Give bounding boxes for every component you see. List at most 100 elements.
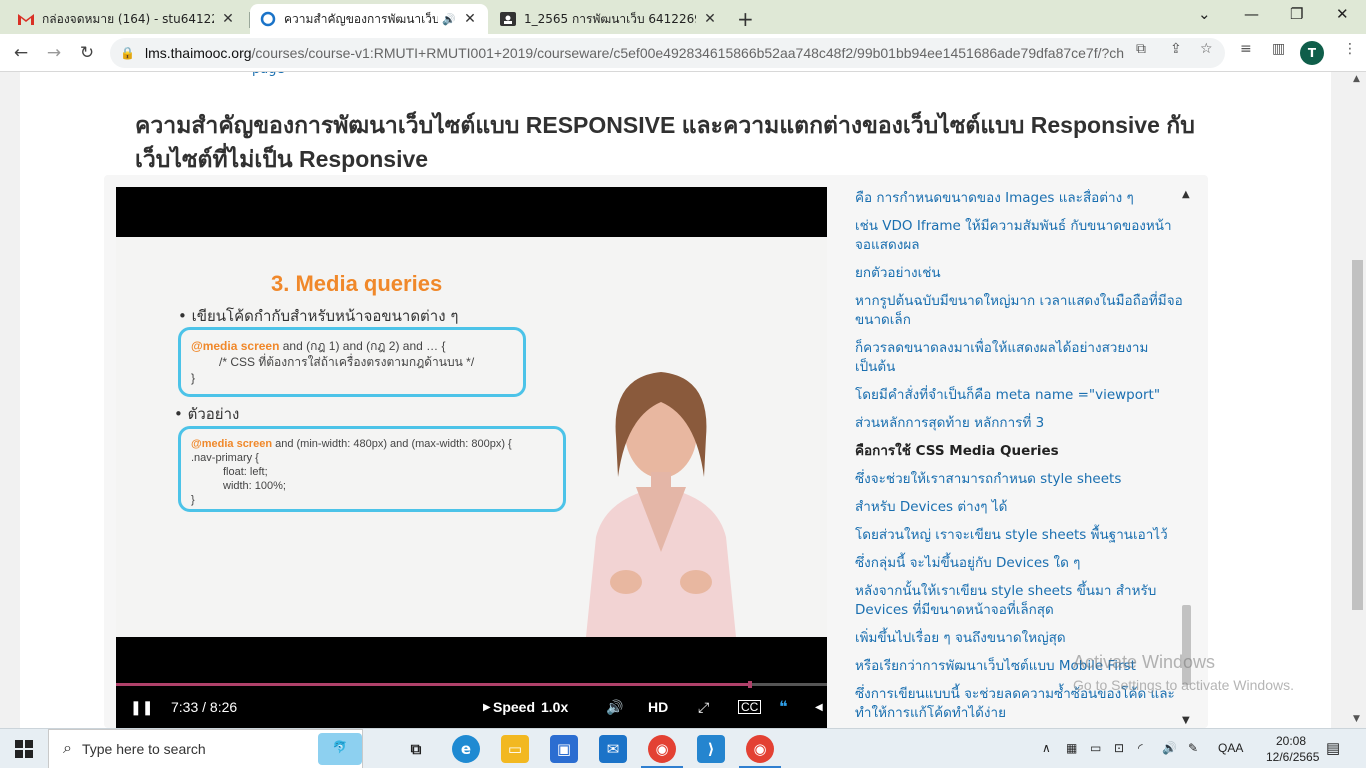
- mail-icon[interactable]: ✉: [599, 735, 627, 763]
- scroll-down-icon[interactable]: ▼: [1182, 715, 1190, 726]
- transcript-line[interactable]: ส่วนหลักการสุดท้าย หลักการที่ 3: [855, 414, 1185, 433]
- edge-icon[interactable]: e: [452, 735, 480, 763]
- wifi-icon[interactable]: ◜: [1138, 741, 1143, 755]
- collapse-arrow-icon[interactable]: ◀: [815, 702, 823, 713]
- taskbar-clock[interactable]: 20:08 12/6/2565: [1266, 733, 1320, 765]
- scroll-up-icon[interactable]: ▲: [1182, 189, 1190, 200]
- code-keyword: @media screen: [191, 438, 273, 450]
- tab-title: กล่องจดหมาย (164) - stu64122691: [42, 11, 214, 26]
- minimize-button[interactable]: —: [1244, 5, 1259, 23]
- store-icon[interactable]: ▣: [550, 735, 578, 763]
- transcript-quote-icon[interactable]: ❝: [779, 697, 788, 717]
- speed-value[interactable]: 1.0x: [541, 699, 568, 715]
- speed-label[interactable]: Speed: [493, 699, 535, 715]
- video-progress-bar[interactable]: [116, 681, 827, 688]
- dolphin-banner-icon[interactable]: 🐬: [318, 733, 362, 765]
- back-icon[interactable]: ←: [10, 42, 32, 64]
- notification-icon[interactable]: ▤: [1326, 739, 1340, 757]
- code-keyword: @media screen: [191, 339, 280, 353]
- clock-date: 12/6/2565: [1266, 750, 1320, 764]
- volume-icon[interactable]: 🔊: [606, 699, 623, 716]
- watermark-line-2: Go to Settings to activate Windows.: [1073, 677, 1294, 693]
- network-device-icon[interactable]: ▦: [1066, 741, 1077, 755]
- code-line: }: [191, 494, 195, 506]
- windows-start-icon[interactable]: [15, 740, 33, 762]
- transcript-line[interactable]: คือการใช้ CSS Media Queries: [855, 442, 1185, 461]
- tab-search-icon[interactable]: ⌄: [1198, 5, 1211, 23]
- code-line: width: 100%;: [223, 480, 286, 492]
- restore-button[interactable]: ❐: [1290, 5, 1303, 23]
- breadcrumb-fragment[interactable]: page: [252, 72, 284, 77]
- vscode-icon[interactable]: ⟩: [697, 735, 725, 763]
- close-tab-icon[interactable]: ✕: [462, 11, 478, 27]
- transcript-line[interactable]: ก็ควรลดขนาดลงมาเพื่อให้แสดงผลได้อย่างสวย…: [855, 339, 1185, 377]
- transcript-line[interactable]: เช่น VDO Iframe ให้มีความสัมพันธ์ กับขนา…: [855, 217, 1185, 255]
- volume-tray-icon[interactable]: 🔊: [1162, 741, 1177, 755]
- chrome-profile-icon[interactable]: ◉: [746, 735, 774, 763]
- new-tab-button[interactable]: +: [737, 7, 754, 31]
- transcript-line[interactable]: เพิ่มขึ้นไปเรื่อย ๆ จนถึงขนาดใหญ่สุด: [855, 629, 1185, 648]
- reading-list-icon[interactable]: ≡: [1240, 41, 1252, 57]
- reload-icon[interactable]: ↻: [76, 42, 98, 64]
- pause-icon[interactable]: ❚❚: [130, 699, 153, 716]
- task-view-icon[interactable]: ⧉: [402, 735, 430, 763]
- transcript-line[interactable]: ซึ่งจะช่วยให้เราสามารถกำหนด style sheets: [855, 470, 1185, 489]
- pen-icon[interactable]: ✎: [1188, 741, 1198, 755]
- transcript-line[interactable]: ยกตัวอย่างเช่น: [855, 264, 1185, 283]
- transcript-scrollbar[interactable]: ▲ ▼: [1180, 189, 1194, 728]
- search-icon: ⌕: [63, 740, 72, 757]
- tab-classroom[interactable]: 1_2565 การพัฒนาเว็บ 64122691 ✕: [490, 4, 728, 34]
- language-indicator[interactable]: QAA: [1218, 741, 1243, 755]
- translate-icon[interactable]: ⧉: [1136, 41, 1146, 57]
- share-icon[interactable]: ⇪: [1170, 41, 1182, 57]
- transcript-line[interactable]: ซึ่งกลุ่มนี้ จะไม่ขึ้นอยู่กับ Devices ใด…: [855, 554, 1185, 573]
- presenter-figure: [586, 372, 736, 637]
- taskbar-search-input[interactable]: ⌕ Type here to search: [48, 729, 363, 768]
- speaker-icon[interactable]: 🔊: [442, 13, 456, 26]
- gmail-icon: [18, 11, 34, 27]
- lock-icon[interactable]: 🔒: [120, 46, 135, 60]
- code-line: @media screen and (min-width: 480px) and…: [191, 437, 553, 451]
- activate-windows-watermark: Activate Windows Go to Settings to activ…: [1073, 652, 1294, 693]
- tab-gmail[interactable]: กล่องจดหมาย (164) - stu64122691 ✕: [8, 4, 246, 34]
- scroll-down-icon[interactable]: ▼: [1353, 714, 1360, 724]
- display-icon[interactable]: ⊡: [1114, 741, 1124, 755]
- close-tab-icon[interactable]: ✕: [220, 11, 236, 27]
- video-player[interactable]: 3. Media queries • เขียนโค้ดกำกับสำหรับห…: [116, 187, 827, 728]
- transcript-line[interactable]: หากรูปต้นฉบับมีขนาดใหญ่มาก เวลาแสดงในมือ…: [855, 292, 1185, 330]
- battery-icon[interactable]: ▭: [1090, 741, 1101, 755]
- video-time: 7:33 / 8:26: [171, 699, 238, 715]
- bookmark-star-icon[interactable]: ☆: [1200, 41, 1213, 57]
- page-scrollbar[interactable]: ▲ ▼: [1349, 72, 1366, 728]
- hd-button[interactable]: HD: [648, 699, 668, 715]
- scroll-up-icon[interactable]: ▲: [1353, 74, 1360, 84]
- fullscreen-icon[interactable]: ⤢: [698, 699, 709, 716]
- close-tab-icon[interactable]: ✕: [702, 11, 718, 27]
- closed-captions-icon[interactable]: CC: [738, 700, 762, 714]
- tab-title: ความสำคัญของการพัฒนาเว็บไซต์: [284, 11, 439, 26]
- tab-thaimooc[interactable]: ความสำคัญของการพัฒนาเว็บไซต์ 🔊 ✕: [250, 4, 488, 34]
- tray-overflow-icon[interactable]: ∧: [1042, 741, 1051, 755]
- transcript-line[interactable]: คือ การกำหนดขนาดของ Images และสื่อต่าง ๆ: [855, 189, 1185, 208]
- speed-arrow-icon[interactable]: ▶: [483, 702, 491, 713]
- video-frame[interactable]: 3. Media queries • เขียนโค้ดกำกับสำหรับห…: [116, 237, 827, 637]
- menu-kebab-icon[interactable]: ⋮: [1343, 41, 1357, 57]
- forward-icon[interactable]: →: [43, 42, 65, 64]
- side-panel-icon[interactable]: ▥: [1272, 41, 1285, 57]
- transcript-line[interactable]: โดยส่วนใหญ่ เราจะเขียน style sheets พื้น…: [855, 526, 1185, 545]
- transcript-panel[interactable]: คือ การกำหนดขนาดของ Images และสื่อต่าง ๆ…: [855, 189, 1185, 728]
- address-bar[interactable]: 🔒 lms.thaimooc.org/courses/course-v1:RMU…: [110, 38, 1225, 68]
- unit-heading: ความสำคัญของการพัฒนาเว็บไซต์แบบ RESPONSI…: [135, 112, 1195, 172]
- chrome-icon[interactable]: ◉: [648, 735, 676, 763]
- transcript-line[interactable]: โดยมีคำสั่งที่จำเป็นก็คือ meta name ="vi…: [855, 386, 1185, 405]
- file-explorer-icon[interactable]: ▭: [501, 735, 529, 763]
- video-progress-fill: [116, 683, 751, 686]
- url-text: lms.thaimooc.org/courses/course-v1:RMUTI…: [145, 45, 1125, 61]
- code-line: @media screen and (กฎ 1) and (กฎ 2) and …: [191, 338, 513, 354]
- close-window-button[interactable]: ✕: [1336, 5, 1349, 23]
- video-controls: ❚❚ 7:33 / 8:26 ▶ Speed 1.0x 🔊 HD ⤢ CC ❝ …: [116, 687, 827, 728]
- scroll-thumb[interactable]: [1352, 260, 1363, 610]
- transcript-line[interactable]: สำหรับ Devices ต่างๆ ได้: [855, 498, 1185, 517]
- profile-avatar[interactable]: T: [1300, 41, 1324, 65]
- transcript-line[interactable]: หลังจากนั้นให้เราเขียน style sheets ขึ้น…: [855, 582, 1185, 620]
